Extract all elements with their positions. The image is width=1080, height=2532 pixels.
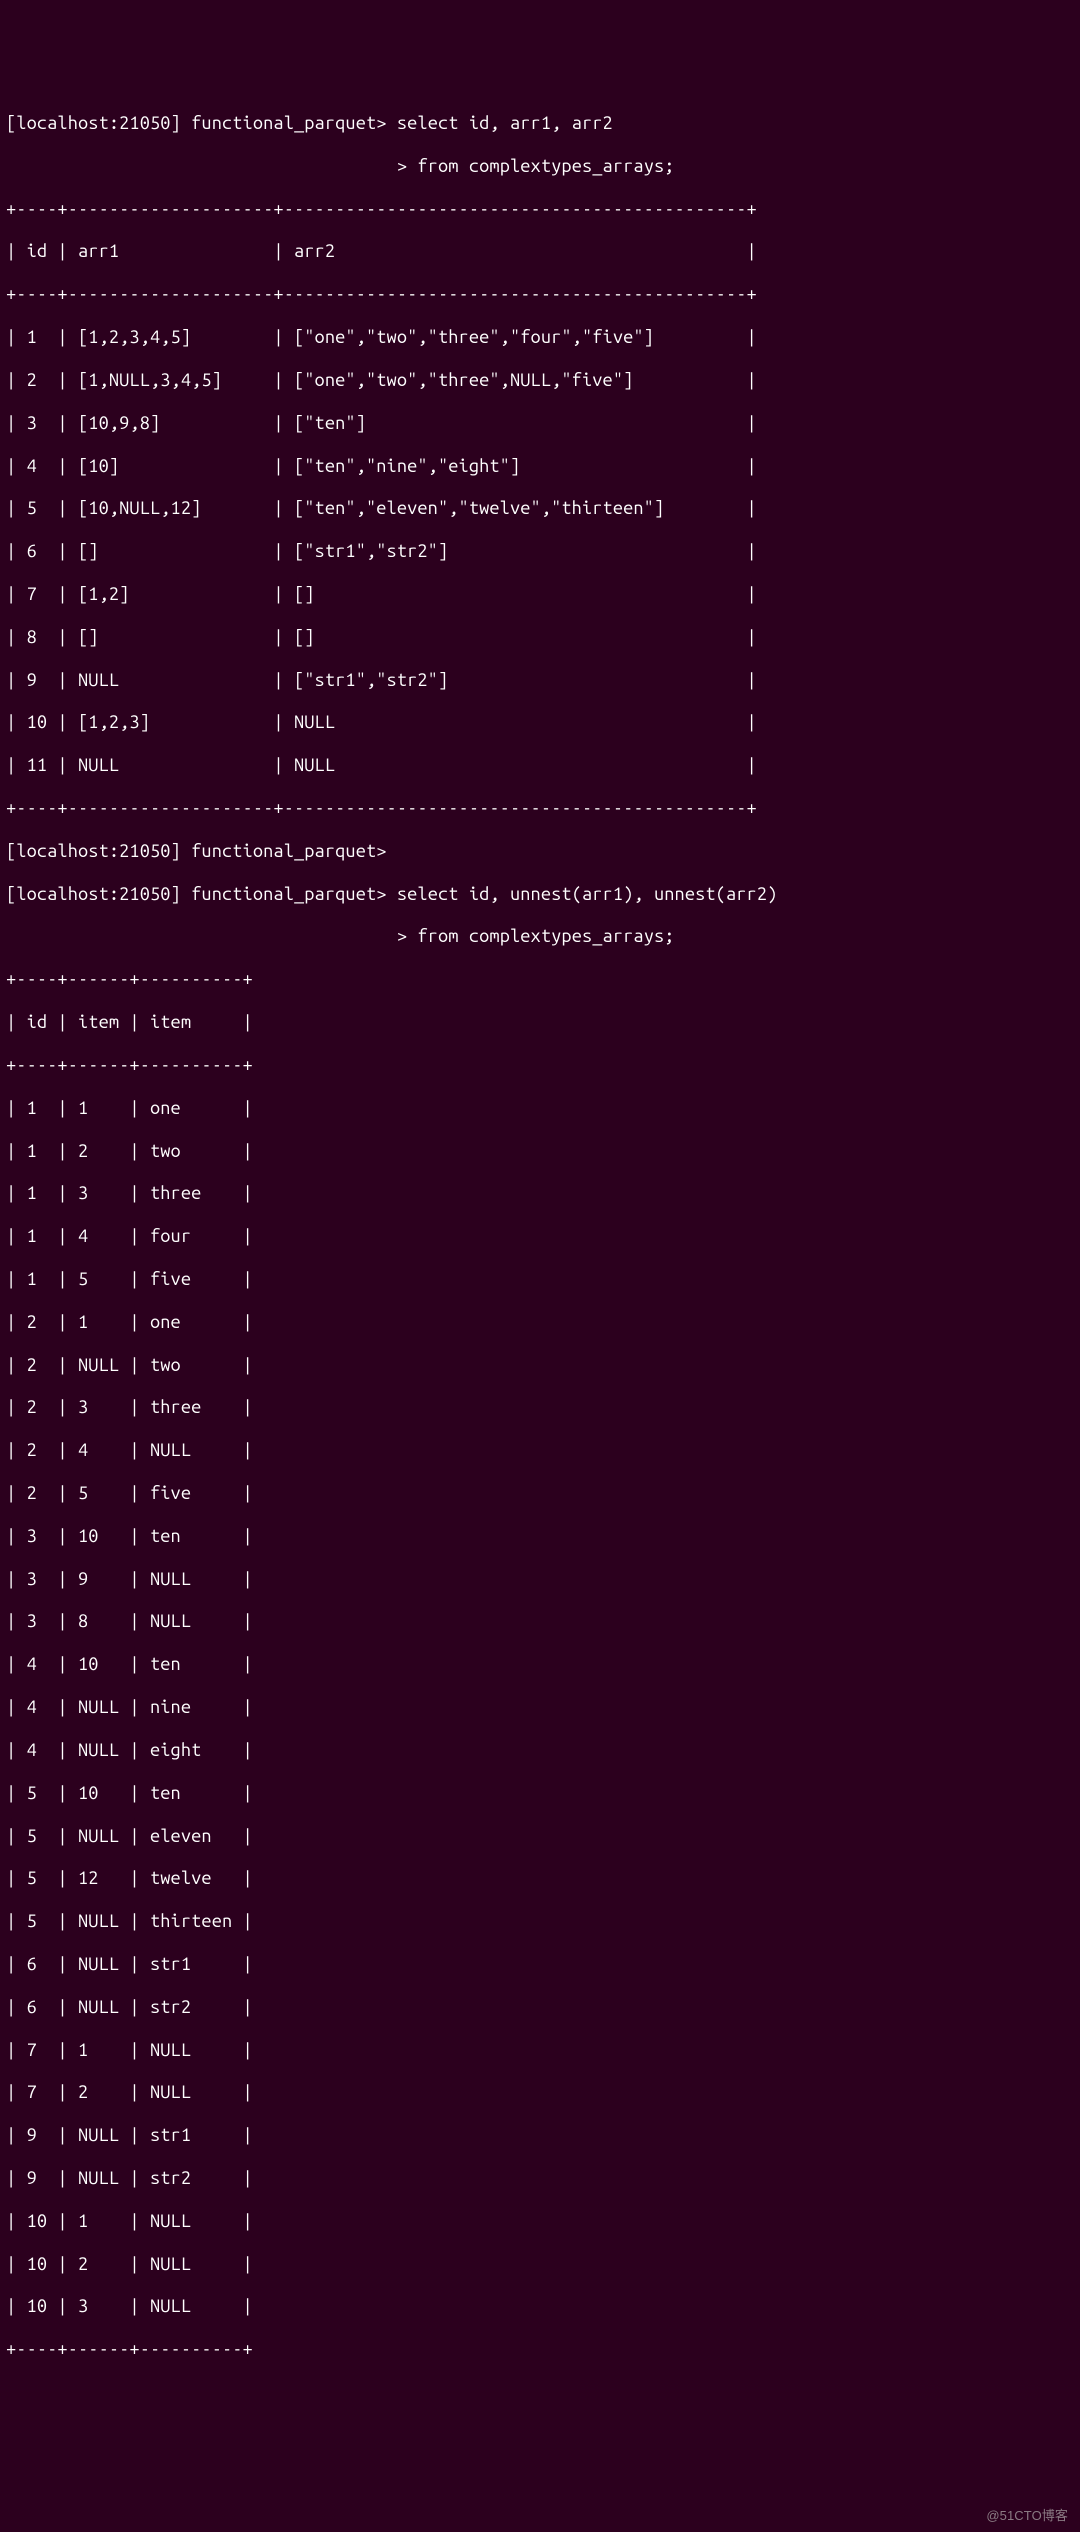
table-row: | 4 | NULL | nine | xyxy=(6,1697,1074,1718)
table-row: | 5 | 12 | twelve | xyxy=(6,1868,1074,1889)
sql-query-2-line-2: from complextypes_arrays; xyxy=(417,926,674,946)
sql-query-1-line-1: select id, arr1, arr2 xyxy=(397,113,613,133)
table-row: | 2 | NULL | two | xyxy=(6,1355,1074,1376)
table-row: | 5 | NULL | eleven | xyxy=(6,1826,1074,1847)
table-row: | 4 | [10] | ["ten","nine","eight"] | xyxy=(6,456,1074,477)
prompt-cont: > xyxy=(6,156,407,176)
table-row: | 1 | [1,2,3,4,5] | ["one","two","three"… xyxy=(6,327,1074,348)
table-row: | 1 | 4 | four | xyxy=(6,1226,1074,1247)
table-border: +----+--------------------+-------------… xyxy=(6,199,1074,220)
table-row: | 11 | NULL | NULL | xyxy=(6,755,1074,776)
table-row: | 4 | NULL | eight | xyxy=(6,1740,1074,1761)
table-row: | 10 | 1 | NULL | xyxy=(6,2211,1074,2232)
table-row: | 2 | 1 | one | xyxy=(6,1312,1074,1333)
table-row: | 6 | NULL | str1 | xyxy=(6,1954,1074,1975)
prompt-host: [localhost:21050] functional_parquet> xyxy=(6,841,387,861)
table-border: +----+------+----------+ xyxy=(6,2339,1074,2360)
table-row: | 10 | 2 | NULL | xyxy=(6,2254,1074,2275)
table-row: | 3 | [10,9,8] | ["ten"] | xyxy=(6,413,1074,434)
table-row: | 9 | NULL | str2 | xyxy=(6,2168,1074,2189)
table-border: +----+------+----------+ xyxy=(6,969,1074,990)
table-row: | 1 | 1 | one | xyxy=(6,1098,1074,1119)
table-row: | 4 | 10 | ten | xyxy=(6,1654,1074,1675)
table-row: | 2 | [1,NULL,3,4,5] | ["one","two","thr… xyxy=(6,370,1074,391)
table-row: | 7 | 1 | NULL | xyxy=(6,2040,1074,2061)
table-border: +----+--------------------+-------------… xyxy=(6,798,1074,819)
sql-prompt-1[interactable]: [localhost:21050] functional_parquet> se… xyxy=(6,113,1074,134)
table-row: | 7 | 2 | NULL | xyxy=(6,2082,1074,2103)
table-row: | 2 | 5 | five | xyxy=(6,1483,1074,1504)
table-row: | 2 | 3 | three | xyxy=(6,1397,1074,1418)
table-row: | 6 | NULL | str2 | xyxy=(6,1997,1074,2018)
table-header: | id | arr1 | arr2 | xyxy=(6,241,1074,262)
table-row: | 1 | 2 | two | xyxy=(6,1141,1074,1162)
table-row: | 3 | 8 | NULL | xyxy=(6,1611,1074,1632)
table-border: +----+------+----------+ xyxy=(6,1055,1074,1076)
watermark: @51CTO博客 xyxy=(986,2505,1068,2526)
table-row: | 8 | [] | [] | xyxy=(6,627,1074,648)
table-row: | 10 | 3 | NULL | xyxy=(6,2296,1074,2317)
sql-prompt-2-cont: > from complextypes_arrays; xyxy=(6,926,1074,947)
table-row: | 3 | 10 | ten | xyxy=(6,1526,1074,1547)
table-row: | 9 | NULL | ["str1","str2"] | xyxy=(6,670,1074,691)
sql-query-1-line-2: from complextypes_arrays; xyxy=(417,156,674,176)
sql-prompt-2[interactable]: [localhost:21050] functional_parquet> se… xyxy=(6,884,1074,905)
sql-prompt-1-cont: > from complextypes_arrays; xyxy=(6,156,1074,177)
table-row: | 9 | NULL | str1 | xyxy=(6,2125,1074,2146)
table-row: | 1 | 3 | three | xyxy=(6,1183,1074,1204)
table-row: | 2 | 4 | NULL | xyxy=(6,1440,1074,1461)
table-row: | 3 | 9 | NULL | xyxy=(6,1569,1074,1590)
sql-query-2-line-1: select id, unnest(arr1), unnest(arr2) xyxy=(397,884,778,904)
table-row: | 7 | [1,2] | [] | xyxy=(6,584,1074,605)
prompt-host: [localhost:21050] functional_parquet> xyxy=(6,884,387,904)
table-row: | 5 | 10 | ten | xyxy=(6,1783,1074,1804)
table-row: | 6 | [] | ["str1","str2"] | xyxy=(6,541,1074,562)
table-header: | id | item | item | xyxy=(6,1012,1074,1033)
table-row: | 5 | [10,NULL,12] | ["ten","eleven","tw… xyxy=(6,498,1074,519)
terminal-output: [localhost:21050] functional_parquet> se… xyxy=(6,92,1074,2382)
table-row: | 5 | NULL | thirteen | xyxy=(6,1911,1074,1932)
prompt-cont: > xyxy=(6,926,407,946)
table-row: | 10 | [1,2,3] | NULL | xyxy=(6,712,1074,733)
table-border: +----+--------------------+-------------… xyxy=(6,284,1074,305)
sql-prompt-blank[interactable]: [localhost:21050] functional_parquet> xyxy=(6,841,1074,862)
prompt-host: [localhost:21050] functional_parquet> xyxy=(6,113,387,133)
table-row: | 1 | 5 | five | xyxy=(6,1269,1074,1290)
